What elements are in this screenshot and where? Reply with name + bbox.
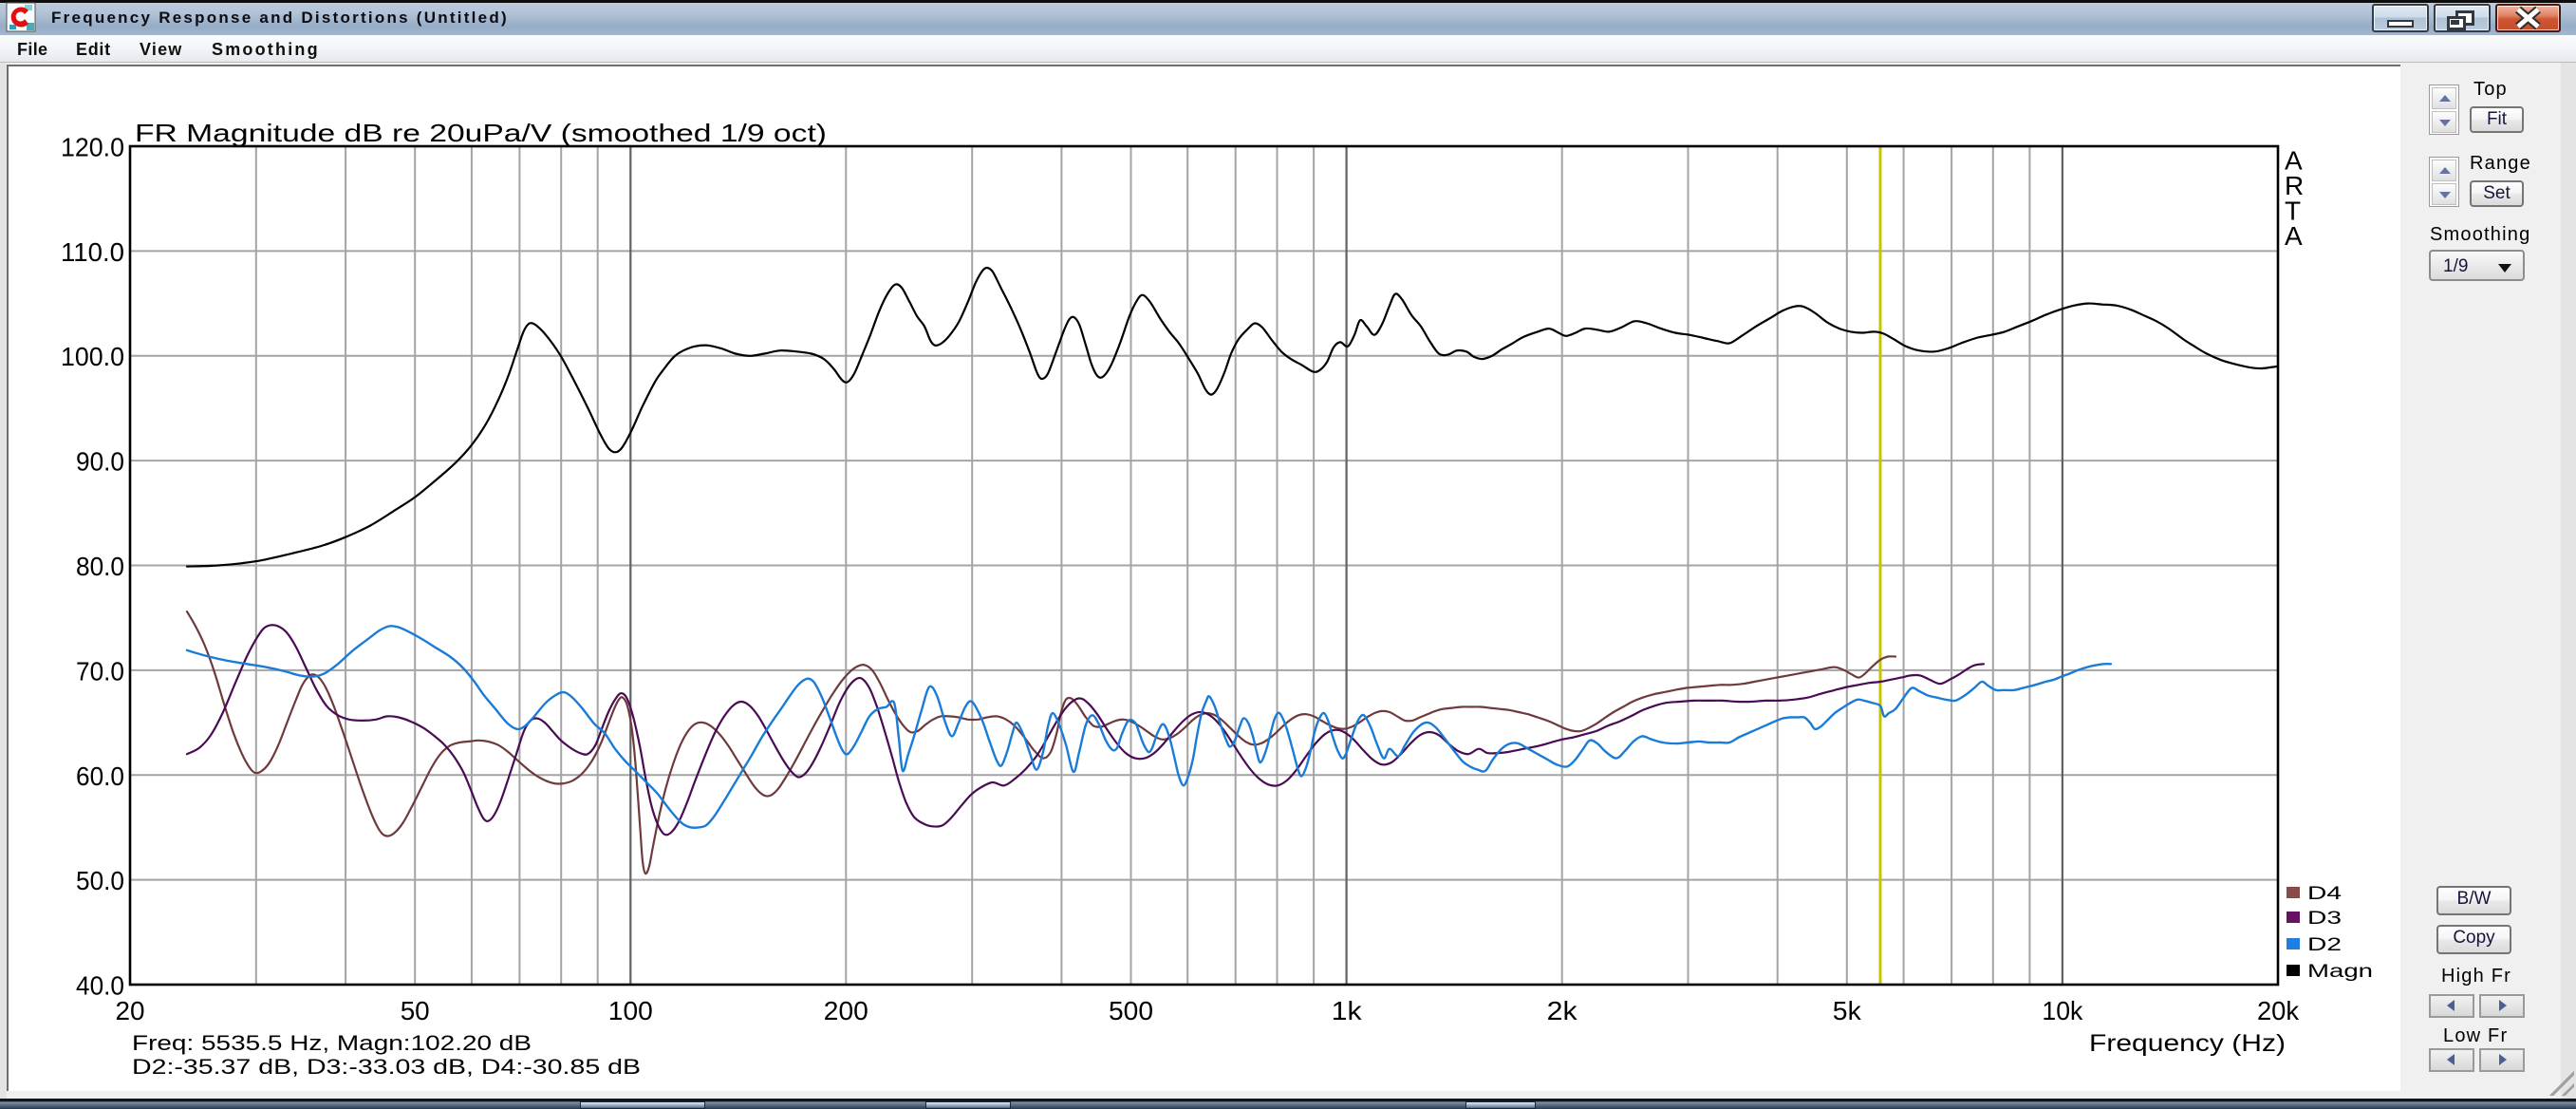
svg-text:D4: D4 [2307,884,2343,904]
svg-text:90.0: 90.0 [76,447,124,477]
svg-text:70.0: 70.0 [76,656,124,686]
svg-text:1k: 1k [1332,996,1363,1025]
svg-text:FR Magnitude dB re 20uPa/V (sm: FR Magnitude dB re 20uPa/V (smoothed 1/9… [135,119,827,147]
svg-text:80.0: 80.0 [76,552,124,581]
svg-text:10k: 10k [2042,996,2083,1025]
svg-text:120.0: 120.0 [61,133,124,162]
svg-text:500: 500 [1109,996,1153,1025]
svg-text:50.0: 50.0 [76,866,124,895]
svg-text:50: 50 [401,996,430,1025]
svg-text:110.0: 110.0 [61,237,124,267]
svg-text:5k: 5k [1833,996,1862,1025]
svg-text:Freq: 5535.5 Hz, Magn:102.20 d: Freq: 5535.5 Hz, Magn:102.20 dB [132,1031,532,1055]
svg-text:D2:-35.37 dB, D3:-33.03 dB, D4: D2:-35.37 dB, D3:-33.03 dB, D4:-30.85 dB [132,1055,641,1079]
svg-text:20k: 20k [2257,996,2300,1025]
svg-text:D3: D3 [2307,909,2342,929]
svg-text:20: 20 [116,996,145,1025]
svg-text:100: 100 [608,996,653,1025]
svg-text:A: A [2285,221,2303,251]
svg-text:2k: 2k [1547,996,1578,1025]
svg-text:D2: D2 [2307,935,2342,955]
svg-text:Frequency (Hz): Frequency (Hz) [2089,1030,2286,1057]
svg-text:Magn: Magn [2307,962,2373,982]
svg-text:200: 200 [824,996,868,1025]
svg-text:100.0: 100.0 [61,342,124,371]
svg-text:60.0: 60.0 [76,761,124,791]
